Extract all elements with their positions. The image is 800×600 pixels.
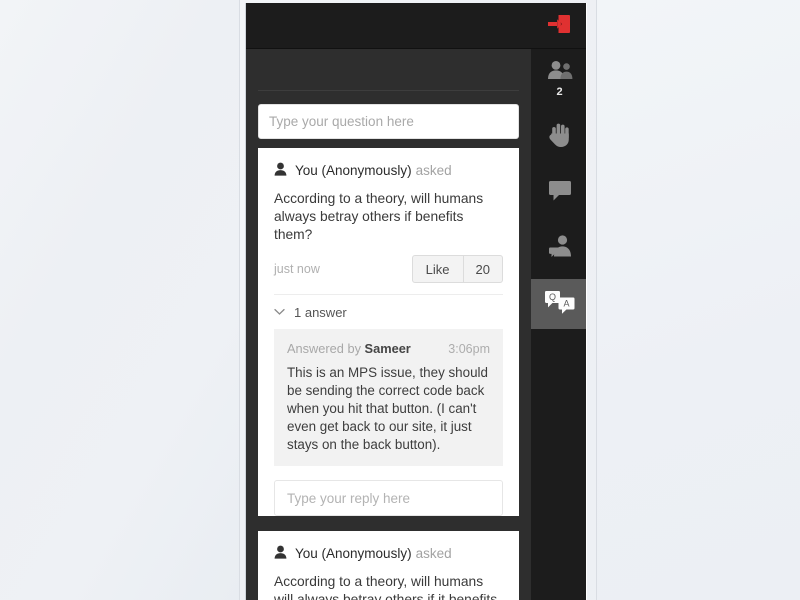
answer-header: Answered by Sameer 3:06pm — [287, 341, 490, 356]
participants-count: 2 — [556, 86, 563, 98]
backdrop-left-area — [0, 0, 240, 600]
question-author: You (Anonymously) — [295, 546, 412, 561]
backdrop-right-area — [596, 0, 800, 600]
question-action-label: asked — [415, 163, 452, 178]
question-author-row: You (Anonymously) asked — [274, 545, 503, 562]
question-author-row: You (Anonymously) asked — [274, 162, 503, 179]
question-card: You (Anonymously) asked According to a t… — [258, 148, 519, 516]
presenter-chat-icon — [546, 234, 574, 263]
participants-icon — [546, 60, 574, 85]
rail-item-raise-hand[interactable] — [531, 111, 586, 161]
answers-toggle[interactable]: 1 answer — [274, 294, 503, 329]
like-count: 20 — [475, 261, 490, 277]
question-text: According to a theory, will humans will … — [274, 574, 498, 600]
rail-item-participants[interactable]: 2 — [531, 49, 586, 105]
answer-timestamp: 3:06pm — [448, 342, 490, 356]
question-timestamp: just now — [274, 262, 320, 276]
panel-body: Type your question here You (Anonymously… — [246, 49, 586, 600]
qa-panel: Type your question here You (Anonymously… — [245, 3, 587, 600]
composer-divider — [258, 90, 519, 91]
rail-item-chat[interactable] — [531, 167, 586, 217]
like-control[interactable]: Like 20 — [411, 255, 503, 283]
chevron-down-icon — [274, 308, 285, 316]
exit-door-icon — [546, 13, 572, 40]
question-text: According to a theory, will humans alway… — [274, 191, 484, 242]
answer-author-name: Sameer — [364, 341, 411, 356]
svg-text:Q: Q — [548, 292, 555, 302]
question-composer: Type your question here — [246, 90, 531, 139]
svg-text:A: A — [563, 298, 569, 308]
panel-topbar — [246, 3, 586, 49]
question-meta-row: just now Like 20 — [274, 255, 503, 283]
rail-item-qa[interactable]: Q A — [531, 279, 586, 329]
tool-rail: 2 Q A — [531, 49, 586, 600]
chat-bubble-icon — [546, 178, 574, 207]
question-input[interactable]: Type your question here — [258, 104, 519, 139]
exit-button[interactable] — [540, 10, 578, 42]
answer-by-prefix: Answered by — [287, 341, 361, 356]
question-action-label: asked — [415, 546, 452, 561]
qa-content-column: Type your question here You (Anonymously… — [246, 49, 531, 600]
answer-author-line: Answered by Sameer — [287, 341, 411, 356]
question-card: You (Anonymously) asked According to a t… — [258, 531, 519, 600]
raise-hand-icon — [547, 120, 573, 153]
reply-input[interactable]: Type your reply here — [274, 480, 503, 516]
answer-block: Answered by Sameer 3:06pm This is an MPS… — [274, 329, 503, 466]
qa-bubbles-icon: Q A — [543, 289, 577, 320]
like-button[interactable]: Like — [413, 256, 463, 282]
answer-text: This is an MPS issue, they should be sen… — [287, 365, 488, 452]
question-author: You (Anonymously) — [295, 163, 412, 178]
rail-item-presenter-chat[interactable] — [531, 223, 586, 273]
questions-list: You (Anonymously) asked According to a t… — [246, 148, 531, 600]
person-icon — [274, 545, 287, 562]
answers-toggle-label: 1 answer — [294, 304, 347, 320]
person-icon — [274, 162, 287, 179]
